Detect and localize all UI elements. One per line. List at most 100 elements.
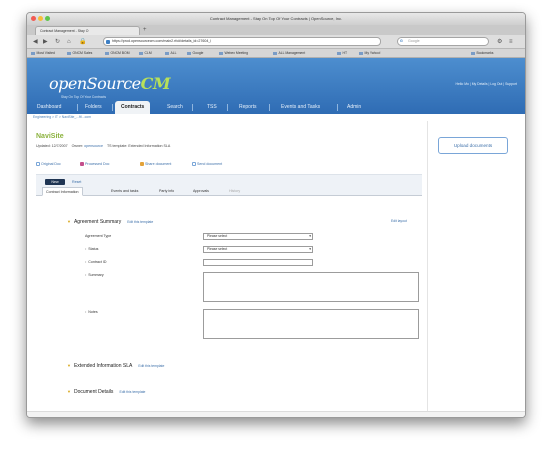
document-icon <box>36 162 40 167</box>
processed-doc-label: Processed Doc <box>85 162 110 166</box>
edit-template-link[interactable]: Edit this template <box>127 220 153 224</box>
nav-events-and-tasks[interactable]: Events and Tasks <box>281 101 320 114</box>
tab-events-and-tasks[interactable]: Events and tasks <box>108 187 141 196</box>
edit-layout-link[interactable]: Edit layout <box>391 219 407 223</box>
zoom-window-button[interactable] <box>45 16 50 21</box>
nav-search[interactable]: Search <box>167 101 183 114</box>
reset-link[interactable]: Reset <box>72 179 81 185</box>
nav-separator <box>227 104 228 111</box>
nav-contracts[interactable]: Contracts <box>115 101 151 114</box>
extended-info-header[interactable]: ▼ Extended Information SLA Edit this templ… <box>67 363 164 369</box>
agreement-type-text: Agreement Type <box>85 234 112 238</box>
summary-text: Summary <box>88 273 104 277</box>
expand-triangle-icon: ▼ <box>67 389 71 394</box>
contract-id-label: • Contract ID <box>85 260 107 264</box>
send-document-link[interactable]: Send document <box>192 159 222 169</box>
tab-history[interactable]: History <box>226 187 243 196</box>
tab-contract-information[interactable]: Contract Information <box>42 187 83 196</box>
back-arrow-icon[interactable]: ◀ <box>33 38 38 46</box>
nav-separator <box>112 104 113 111</box>
bookmark-item[interactable]: Google <box>187 49 204 58</box>
extensions-icon[interactable]: ⚙ <box>497 38 502 46</box>
site-favicon-icon <box>106 39 110 44</box>
tab-party-info[interactable]: Party info <box>156 187 177 196</box>
nav-folders[interactable]: Folders <box>85 101 102 114</box>
close-window-button[interactable] <box>31 16 36 21</box>
ts-template: TS template: Extended Information SLA <box>106 144 171 148</box>
status-value: Please select <box>207 247 228 251</box>
edit-template-link[interactable]: Edit this template <box>138 364 164 368</box>
browser-tab[interactable]: Contract Management - Stay O <box>35 26 140 35</box>
bookmark-item[interactable]: My Yahoo! <box>359 49 381 58</box>
bookmark-item[interactable]: Bookmarks <box>471 49 494 58</box>
menu-icon[interactable]: ≡ <box>509 38 513 46</box>
logo-main-text: openSource <box>49 74 141 93</box>
bookmark-item[interactable]: Most Visited <box>31 49 55 58</box>
browser-toolbar: ◀ ▶ ↻ ⌂ 🔒 https://prod.opensourcecm.com/… <box>27 35 525 49</box>
reload-icon[interactable]: ↻ <box>55 38 60 46</box>
contract-id-input[interactable] <box>203 259 313 266</box>
bookmark-item[interactable]: ONCM BOM <box>105 49 130 58</box>
nav-tss[interactable]: TSS <box>207 101 217 114</box>
processed-doc-link[interactable]: Processed Doc <box>80 159 109 169</box>
home-icon[interactable]: ⌂ <box>67 38 71 46</box>
browser-window: Contract Management - Stay On Top Of You… <box>26 12 526 418</box>
dropdown-arrow-icon: ▾ <box>309 234 311 238</box>
url-text: https://prod.opensourcecm.com/main2.rfc#… <box>112 39 212 43</box>
summary-textarea[interactable] <box>203 272 419 302</box>
status-label: • Status <box>85 247 99 251</box>
bookmark-item[interactable]: HT <box>337 49 348 58</box>
search-field[interactable]: G Google <box>397 37 489 46</box>
address-bar[interactable]: https://prod.opensourcecm.com/main2.rfc#… <box>103 37 381 46</box>
nav-separator <box>337 104 338 111</box>
owner-link[interactable]: opensource <box>84 144 103 148</box>
tab-approvals[interactable]: Approvals <box>190 187 212 196</box>
owner-label: Owner: <box>71 144 84 148</box>
document-details-title: Document Details <box>73 389 114 395</box>
bookmark-item[interactable]: CLM <box>139 49 152 58</box>
edit-template-link[interactable]: Edit this template <box>119 390 145 394</box>
original-doc-link[interactable]: Original Doc <box>36 159 61 169</box>
agreement-summary-header[interactable]: ▼ Agreement Summary Edit this template <box>67 219 153 225</box>
agreement-type-select[interactable]: Please select ▾ <box>203 233 313 240</box>
nav-dashboard[interactable]: Dashboard <box>37 101 61 114</box>
agreement-summary-title: Agreement Summary <box>73 219 122 225</box>
new-button[interactable]: New <box>45 179 65 185</box>
forward-arrow-icon[interactable]: ▶ <box>43 38 48 46</box>
side-panel: Upload documents <box>427 121 521 411</box>
status-select[interactable]: Please select ▾ <box>203 246 313 253</box>
nav-reports[interactable]: Reports <box>239 101 257 114</box>
record-title: NaviSite <box>36 133 64 140</box>
bookmark-item[interactable]: Webex Meeting <box>219 49 249 58</box>
nav-admin[interactable]: Admin <box>347 101 361 114</box>
share-document-link[interactable]: Share document <box>140 159 171 169</box>
upload-documents-button[interactable]: Upload documents <box>438 137 508 154</box>
agreement-type-value: Please select <box>207 234 228 238</box>
browser-tab-strip: Contract Management - Stay O + <box>27 25 525 35</box>
app-logo[interactable]: openSourceCM <box>49 74 171 93</box>
bookmark-item[interactable]: ALL <box>165 49 177 58</box>
record-meta: Updated: 12/7/2007 Owner: opensource TS … <box>36 144 170 148</box>
notes-textarea[interactable] <box>203 309 419 339</box>
bookmarks-bar: Most Visited ONCM Sales ONCM BOM CLM ALL… <box>27 49 525 58</box>
notes-text: Notes <box>88 310 98 314</box>
nav-separator <box>77 104 78 111</box>
status-text: Status <box>88 247 99 251</box>
main-navigation: Dashboard Folders Contracts Search TSS R… <box>27 101 525 114</box>
share-document-label: Share document <box>145 162 172 166</box>
breadcrumb[interactable]: Engineering > IT > NaviSite_...ftl...com <box>33 115 91 119</box>
bookmark-item[interactable]: ONCM Sales <box>67 49 93 58</box>
user-links[interactable]: Hello Mo | My Details | Log Out | Suppor… <box>456 82 517 86</box>
processed-doc-icon <box>80 162 84 167</box>
new-tab-icon[interactable]: + <box>143 26 147 34</box>
send-document-label: Send document <box>197 162 223 166</box>
logo-accent-text: CM <box>140 74 171 93</box>
google-icon: G <box>400 39 403 43</box>
minimize-window-button[interactable] <box>38 16 43 21</box>
bookmark-item[interactable]: ALL Management <box>273 49 306 58</box>
expand-triangle-icon: ▼ <box>67 219 71 224</box>
extended-info-title: Extended Information SLA <box>73 363 133 369</box>
document-details-header[interactable]: ▼ Document Details Edit this template <box>67 389 145 395</box>
lock-icon: 🔒 <box>79 39 87 45</box>
logo-tagline: Stay On Top Of Your Contracts <box>61 95 107 99</box>
